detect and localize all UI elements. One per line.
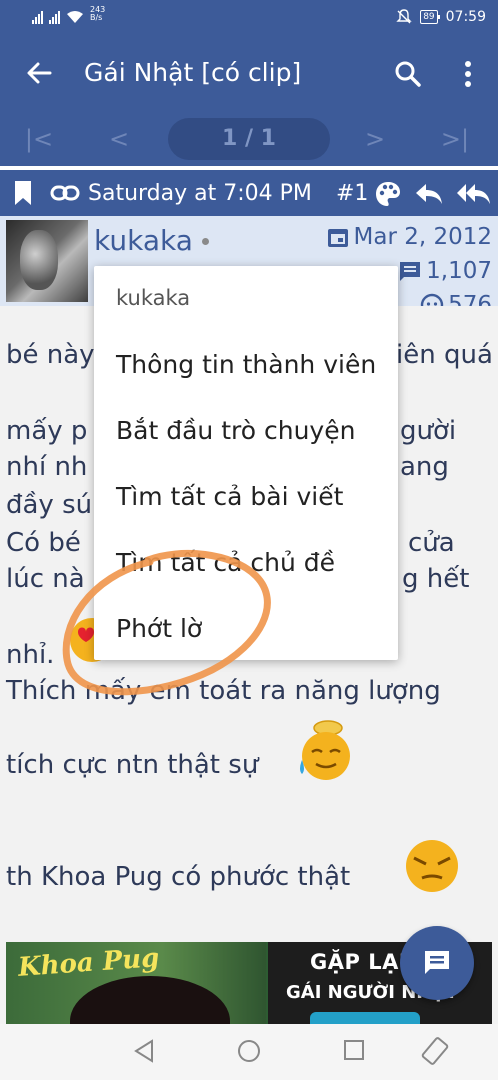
post-header: Saturday at 7:04 PM #1 <box>0 170 498 216</box>
post-text-line: Thích mấy em toát ra năng lượng <box>6 676 441 706</box>
online-status-dot <box>202 238 209 245</box>
post-text-line: tích cực ntn thật sự <box>6 750 259 780</box>
menu-item-label: Tìm tất cả bài viết <box>116 482 344 511</box>
image-caption-line-1: GẶP LẠI <box>310 950 408 974</box>
post-text-line: cửa <box>408 528 455 558</box>
signal-icon <box>49 10 60 24</box>
page-indicator[interactable]: 1 / 1 <box>168 118 330 160</box>
post-text-line: mấy p <box>6 416 88 446</box>
back-triangle-icon[interactable] <box>132 1038 156 1064</box>
prev-page-button[interactable]: < <box>104 124 134 154</box>
username[interactable]: kukaka <box>94 224 193 257</box>
calendar-icon <box>327 229 348 247</box>
menu-item-label: Phớt lờ <box>116 614 203 643</box>
post-text-line: lúc nà <box>6 564 85 594</box>
next-page-button[interactable]: > <box>360 124 390 154</box>
avatar[interactable] <box>6 220 88 302</box>
more-vert-icon[interactable] <box>460 60 476 88</box>
chat-bubble-icon <box>425 951 449 974</box>
app-bar: Gái Nhật [có clip] <box>0 36 498 116</box>
thread-title: Gái Nhật [có clip] <box>84 58 302 87</box>
post-text-line: đầy sú <box>6 490 93 520</box>
post-number[interactable]: #1 <box>336 181 368 206</box>
recents-square-icon[interactable] <box>342 1038 366 1062</box>
menu-item-label: Thông tin thành viên <box>116 350 377 379</box>
net-unit: B/s <box>90 13 103 22</box>
post-text-line: iên quá <box>396 340 493 370</box>
post-text-line: bé này <box>6 340 95 370</box>
last-page-button[interactable]: >| <box>440 124 470 154</box>
back-arrow-icon[interactable] <box>24 58 54 88</box>
post-text-line: gười <box>400 416 457 446</box>
link-icon[interactable] <box>50 182 80 204</box>
annoyed-emoji-icon <box>406 840 458 892</box>
menu-header: kukaka <box>116 286 191 310</box>
palette-icon[interactable] <box>374 180 402 208</box>
signal-icon <box>32 10 43 24</box>
menu-item-label: Bắt đầu trò chuyện <box>116 416 356 445</box>
reply-fab-button[interactable] <box>400 926 474 1000</box>
join-date: Mar 2, 2012 <box>353 224 493 250</box>
post-date[interactable]: Saturday at 7:04 PM <box>88 181 312 206</box>
message-count: 1,107 <box>426 258 492 284</box>
system-nav-bar <box>0 1024 498 1080</box>
menu-item-member-info[interactable]: Thông tin thành viên <box>94 332 398 398</box>
post-text-line: ang <box>400 452 449 482</box>
message-icon <box>400 262 421 281</box>
mute-bell-icon <box>396 9 412 24</box>
first-page-button[interactable]: |< <box>24 124 54 154</box>
home-circle-icon[interactable] <box>236 1038 262 1064</box>
menu-item-find-posts[interactable]: Tìm tất cả bài viết <box>94 464 398 530</box>
page-navigator: |< < 1 / 1 > >| <box>0 116 498 166</box>
bookmark-icon[interactable] <box>12 180 34 206</box>
menu-item-find-threads[interactable]: Tìm tất cả chủ đề <box>94 530 398 596</box>
reply-icon[interactable] <box>414 182 444 206</box>
rotate-screen-icon[interactable] <box>420 1034 450 1068</box>
menu-item-label: Tìm tất cả chủ đề <box>116 548 336 577</box>
post-text-line: nhí nh <box>6 452 88 482</box>
post-text-line: th Khoa Pug có phước thật <box>6 862 351 892</box>
post-text-line: g hết <box>402 564 470 594</box>
battery-indicator: 89 <box>420 10 441 24</box>
sweat-smile-emoji-icon <box>300 720 350 780</box>
post-text-line: nhỉ. <box>6 640 55 670</box>
post-text-line: Có bé <box>6 528 81 558</box>
wifi-icon <box>67 11 83 23</box>
user-context-menu: kukaka Thông tin thành viên Bắt đầu trò … <box>94 266 398 660</box>
menu-item-start-conversation[interactable]: Bắt đầu trò chuyện <box>94 398 398 464</box>
clock: 07:59 <box>445 9 486 25</box>
reply-all-icon[interactable] <box>456 182 492 206</box>
status-bar: 243 B/s 89 07:59 <box>0 0 498 36</box>
search-icon[interactable] <box>394 60 422 88</box>
menu-item-ignore[interactable]: Phớt lờ <box>94 596 398 662</box>
